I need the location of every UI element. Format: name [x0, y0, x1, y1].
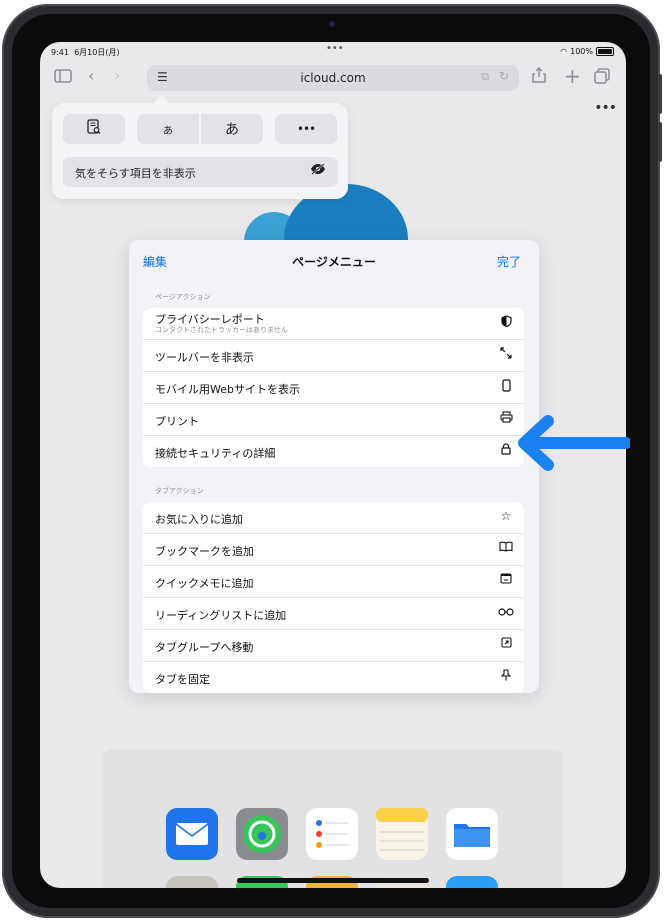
- mobile-site-item[interactable]: モバイル用Webサイトを表示: [143, 372, 524, 404]
- reload-icon[interactable]: ↻: [499, 69, 509, 83]
- address-bar[interactable]: ☰ icloud.com ⧉ ↻: [147, 65, 519, 91]
- reader-button[interactable]: [63, 114, 125, 144]
- pin-tab-item[interactable]: タブを固定: [143, 662, 524, 693]
- menu-item-label: プリント: [155, 415, 199, 428]
- move-to-group-icon: [498, 637, 514, 651]
- sidebar-icon[interactable]: [54, 68, 72, 87]
- add-quick-note-item[interactable]: クイックメモに追加: [143, 566, 524, 598]
- privacy-report-item[interactable]: プライバシーレポート コンタクトされたトラッカーはありません: [143, 308, 524, 340]
- shield-half-icon: [498, 315, 514, 330]
- mail-app-icon[interactable]: [166, 808, 218, 860]
- print-item[interactable]: プリント: [143, 404, 524, 436]
- dock: [103, 750, 563, 888]
- menu-item-label: モバイル用Webサイトを表示: [155, 383, 300, 396]
- url-domain: icloud.com: [300, 71, 366, 85]
- wifi-icon: ◠: [560, 47, 568, 56]
- menu-item-label: 接続セキュリティの詳細: [155, 447, 276, 460]
- increase-text-button[interactable]: あ: [201, 114, 263, 144]
- forward-icon[interactable]: ›: [114, 66, 120, 85]
- menu-item-label: リーディングリストに追加: [155, 609, 287, 622]
- menu-item-label: ブックマークを追加: [155, 545, 254, 558]
- tabs-overview-icon[interactable]: [594, 68, 610, 88]
- add-reading-list-item[interactable]: リーディングリストに追加: [143, 598, 524, 630]
- format-popover: あ あ ••• 気をそらす項目を非表示: [52, 95, 348, 199]
- extension-icon[interactable]: ⧉: [481, 70, 489, 84]
- book-icon: [498, 541, 514, 555]
- decrease-text-button[interactable]: あ: [137, 114, 199, 144]
- safari-toolbar: ‹ › ☰ icloud.com ⧉ ↻ +: [40, 62, 626, 94]
- iphone-icon: [498, 379, 514, 395]
- app-icon[interactable]: [446, 876, 498, 888]
- pin-icon: [498, 669, 514, 684]
- menu-item-label: お気に入りに追加: [155, 513, 243, 526]
- arrows-diagonal-icon: [498, 347, 514, 362]
- add-favorite-item[interactable]: お気に入りに追加 ☆: [143, 502, 524, 534]
- done-button[interactable]: 完了: [497, 253, 521, 270]
- status-bar: 9:41 6月10日(月) ••• ◠ 100%: [40, 42, 626, 62]
- glasses-icon: [498, 605, 514, 619]
- battery-icon: [596, 47, 614, 56]
- eye-slash-icon: [310, 163, 326, 179]
- status-right: ◠ 100%: [560, 47, 614, 56]
- tab-actions-group: お気に入りに追加 ☆ ブックマークを追加 クイックメモに追加 リーディングリスト…: [143, 502, 524, 693]
- move-to-tab-group-item[interactable]: タブグループへ移動: [143, 630, 524, 662]
- add-bookmark-item[interactable]: ブックマークを追加: [143, 534, 524, 566]
- status-time: 9:41 6月10日(月): [51, 48, 120, 57]
- menu-item-label: クイックメモに追加: [155, 577, 254, 590]
- app-icon[interactable]: [166, 876, 218, 888]
- quick-note-icon: [498, 573, 514, 587]
- menu-item-sublabel: コンタクトされたトラッカーはありません: [155, 326, 288, 334]
- files-app-icon[interactable]: [446, 808, 498, 860]
- multitask-dots[interactable]: •••: [326, 43, 344, 54]
- notes-app-icon[interactable]: [376, 808, 428, 860]
- tab-actions-header: タブアクション: [155, 487, 204, 495]
- new-tab-icon[interactable]: +: [564, 64, 581, 88]
- callout-arrow: [512, 414, 632, 478]
- hide-distracting-items-button[interactable]: 気をそらす項目を非表示: [63, 157, 338, 187]
- page-actions-header: ページアクション: [155, 293, 211, 301]
- connection-security-item[interactable]: 接続セキュリティの詳細: [143, 436, 524, 467]
- share-icon[interactable]: [532, 66, 546, 87]
- hide-distracting-label: 気をそらす項目を非表示: [75, 167, 196, 180]
- battery-percent: 100%: [570, 47, 593, 56]
- menu-item-label: タブグループへ移動: [155, 641, 254, 654]
- find-my-app-icon[interactable]: [236, 808, 288, 860]
- menu-item-label: ツールバーを非表示: [155, 351, 254, 364]
- volume-down-button: [658, 122, 662, 162]
- page-actions-group: プライバシーレポート コンタクトされたトラッカーはありません ツールバーを非表示…: [143, 308, 524, 467]
- sheet-title: ページメニュー: [292, 255, 376, 269]
- hide-toolbar-item[interactable]: ツールバーを非表示: [143, 340, 524, 372]
- page-more-icon[interactable]: •••: [594, 100, 617, 116]
- sheet-header: 編集 ページメニュー 完了: [129, 240, 539, 280]
- page-menu-sheet: 編集 ページメニュー 完了 ページアクション プライバシーレポート コンタクトさ…: [129, 240, 539, 693]
- star-icon: ☆: [500, 509, 512, 523]
- reader-icon: [87, 119, 101, 139]
- menu-item-label: タブを固定: [155, 673, 210, 686]
- volume-up-button: [658, 74, 662, 114]
- more-options-button[interactable]: •••: [275, 114, 337, 144]
- reminders-app-icon[interactable]: [306, 808, 358, 860]
- front-camera: [329, 21, 335, 27]
- back-icon[interactable]: ‹: [88, 66, 94, 85]
- home-indicator[interactable]: [237, 878, 429, 883]
